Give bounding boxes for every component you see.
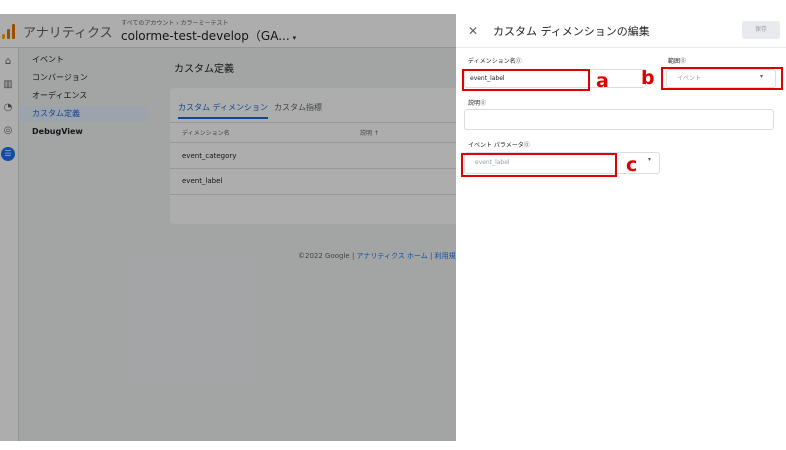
annotation-label-c: c <box>626 154 638 176</box>
help-icon[interactable]: ⓪ <box>680 58 686 65</box>
annotation-label-a: a <box>596 70 609 92</box>
panel-title: カスタム ディメンションの編集 <box>493 25 650 38</box>
annotation-box-b <box>661 67 783 90</box>
divider <box>456 47 786 48</box>
annotation-label-b: b <box>641 67 655 89</box>
save-button[interactable]: 保存 <box>742 21 780 39</box>
annotation-box-a <box>462 69 590 91</box>
analytics-app: アナリティクス すべてのアカウント › カラーミーテスト colorme-tes… <box>0 14 786 441</box>
help-icon[interactable]: ⓪ <box>516 58 522 65</box>
modal-scrim[interactable] <box>0 14 456 441</box>
description-label: 説明⓪ <box>468 100 487 107</box>
chevron-down-icon[interactable]: ▾ <box>648 156 651 163</box>
description-field[interactable] <box>464 109 774 130</box>
scope-label: 範囲⓪ <box>668 58 687 65</box>
dimension-name-label: ディメンション名⓪ <box>468 58 522 65</box>
help-icon[interactable]: ⓪ <box>524 142 530 149</box>
close-icon[interactable]: ✕ <box>468 24 478 38</box>
event-parameter-label: イベント パラメータ⓪ <box>468 142 530 149</box>
annotation-box-c <box>461 153 617 177</box>
help-icon[interactable]: ⓪ <box>480 100 486 107</box>
